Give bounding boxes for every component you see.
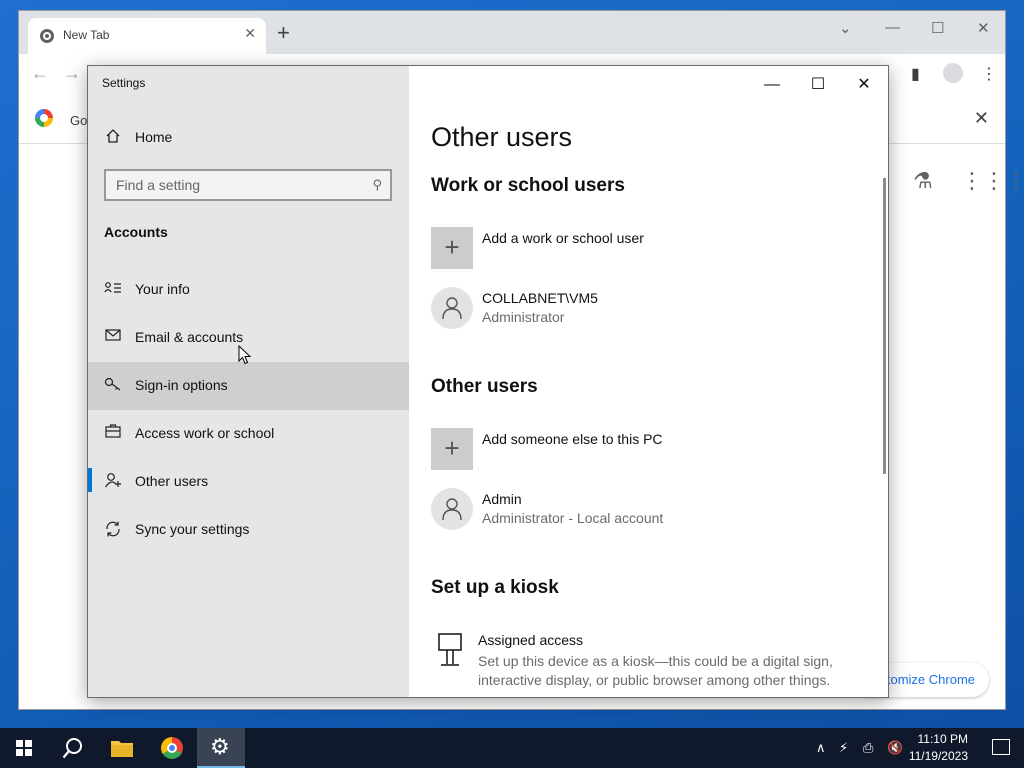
sidebar-item-label: Your info: [135, 281, 190, 297]
other-user-role: Administrator - Local account: [482, 510, 664, 526]
key-icon: [104, 376, 122, 394]
forward-arrow-icon[interactable]: →: [63, 63, 81, 84]
back-arrow-icon[interactable]: ←: [31, 63, 49, 84]
start-button[interactable]: [0, 728, 48, 768]
page-title: Other users: [431, 122, 573, 152]
settings-close-button[interactable]: ✕: [841, 70, 887, 100]
sidebar-item-access-work-school[interactable]: Access work or school: [88, 410, 409, 458]
network-disconnected-icon[interactable]: ⚡: [839, 740, 848, 756]
add-work-user-link[interactable]: Add a work or school user: [482, 230, 644, 246]
clock-time: 11:10 PM: [917, 732, 968, 746]
new-tab-button[interactable]: +: [277, 22, 290, 44]
volume-muted-icon[interactable]: 🔇: [887, 740, 903, 756]
network-icon[interactable]: ⎙: [863, 740, 873, 756]
file-explorer-button[interactable]: [98, 728, 146, 768]
work-user-name[interactable]: COLLABNET\VM5: [482, 290, 598, 306]
info-bar-text: Go: [70, 113, 88, 128]
settings-minimize-button[interactable]: —: [749, 70, 795, 100]
folder-icon: [111, 741, 133, 757]
taskbar: ⚙ ∧ ⚡ ⎙ 🔇 11:10 PM 11/19/2023: [0, 728, 1024, 768]
sync-icon: [104, 520, 122, 538]
profile-avatar-icon[interactable]: [943, 63, 963, 83]
chrome-tab-new-tab[interactable]: New Tab ✕: [28, 18, 266, 54]
assigned-access-description: Set up this device as a kiosk—this could…: [478, 653, 833, 688]
sidebar-item-sign-in-options[interactable]: Sign-in options: [88, 362, 409, 410]
sidebar-item-sync-settings[interactable]: Sync your settings: [88, 506, 409, 554]
user-avatar-icon[interactable]: [431, 488, 473, 530]
chrome-logo-center: [167, 743, 177, 753]
settings-button[interactable]: ⚙: [197, 728, 245, 768]
add-person-icon: [104, 472, 122, 490]
find-setting-search-box[interactable]: ⚲: [104, 169, 392, 201]
home-icon: [104, 128, 122, 146]
chrome-close-button[interactable]: ✕: [977, 19, 990, 37]
chrome-tabstrip: New Tab ✕ + ⌄ — ☐ ✕: [19, 11, 1005, 54]
chrome-maximize-button[interactable]: ☐: [931, 19, 944, 37]
sidebar-item-your-info[interactable]: Your info: [88, 266, 409, 314]
chrome-menu-icon[interactable]: ⋮: [981, 64, 997, 84]
accounts-section-label: Accounts: [104, 224, 168, 240]
search-button[interactable]: [48, 728, 96, 768]
sidebar-item-label: Other users: [135, 473, 209, 489]
sidebar-item-home[interactable]: Home: [88, 114, 409, 162]
briefcase-icon: [104, 424, 122, 442]
kiosk-heading: Set up a kiosk: [431, 577, 559, 598]
other-user-name[interactable]: Admin: [482, 491, 522, 507]
sidebar-item-label: Sync your settings: [135, 521, 250, 537]
clock-date: 11/19/2023: [908, 749, 968, 763]
chrome-minimize-button[interactable]: —: [885, 19, 900, 36]
find-setting-input[interactable]: [106, 171, 356, 199]
tray-chevron-up-icon[interactable]: ∧: [816, 740, 826, 756]
mail-icon: [104, 328, 122, 346]
work-school-users-heading: Work or school users: [431, 175, 625, 196]
add-someone-link[interactable]: Add someone else to this PC: [482, 431, 663, 447]
chrome-button[interactable]: [148, 728, 196, 768]
sidebar-item-label: Home: [135, 129, 173, 145]
settings-maximize-button[interactable]: ☐: [795, 70, 841, 100]
chrome-favicon-icon: [40, 29, 54, 43]
sidebar-item-label: Sign-in options: [135, 377, 228, 393]
settings-app-title: Settings: [102, 76, 146, 90]
assigned-access-link[interactable]: Assigned access: [478, 632, 583, 648]
mouse-cursor-icon: [238, 345, 252, 365]
add-work-user-plus-icon[interactable]: +: [431, 227, 473, 269]
side-panel-icon[interactable]: ▮: [911, 64, 920, 84]
search-icon[interactable]: ⚲: [372, 177, 382, 193]
add-someone-plus-icon[interactable]: +: [431, 428, 473, 470]
taskbar-clock[interactable]: 11:10 PM 11/19/2023: [909, 731, 968, 765]
labs-flask-icon[interactable]: ⚗: [913, 168, 933, 194]
sidebar-item-other-users[interactable]: Other users: [88, 458, 409, 506]
settings-sidebar: Settings Home ⚲ Accounts Your info: [88, 66, 409, 697]
tab-search-chevron-icon[interactable]: ⌄: [839, 19, 852, 37]
gear-icon: ⚙: [210, 734, 230, 759]
google-logo-icon: [35, 109, 53, 127]
your-info-icon: [104, 280, 122, 298]
windows-logo-icon: [16, 740, 32, 756]
apps-grid-icon[interactable]: ⋮⋮⋮: [961, 168, 1024, 194]
kiosk-monitor-icon: [438, 633, 462, 666]
taskbar-search-icon: [62, 738, 82, 759]
sidebar-item-label: Access work or school: [135, 425, 275, 441]
settings-content: — ☐ ✕ Other users Work or school users +…: [409, 66, 888, 697]
tab-close-icon[interactable]: ✕: [244, 25, 256, 42]
other-users-heading: Other users: [431, 376, 538, 397]
settings-window: Settings Home ⚲ Accounts Your info: [87, 65, 889, 698]
sidebar-item-label: Email & accounts: [135, 329, 244, 345]
user-avatar-icon[interactable]: [431, 287, 473, 329]
tab-title: New Tab: [63, 28, 110, 42]
info-bar-close-icon[interactable]: ✕: [974, 108, 989, 129]
desktop: New Tab ✕ + ⌄ — ☐ ✕ ← → ▮ ⋮ Go ✕ ⚗ ⋮⋮⋮ ı…: [0, 0, 1024, 728]
work-user-role: Administrator: [482, 309, 565, 325]
content-scrollbar[interactable]: [883, 178, 886, 474]
notification-center-icon[interactable]: [992, 739, 1010, 755]
